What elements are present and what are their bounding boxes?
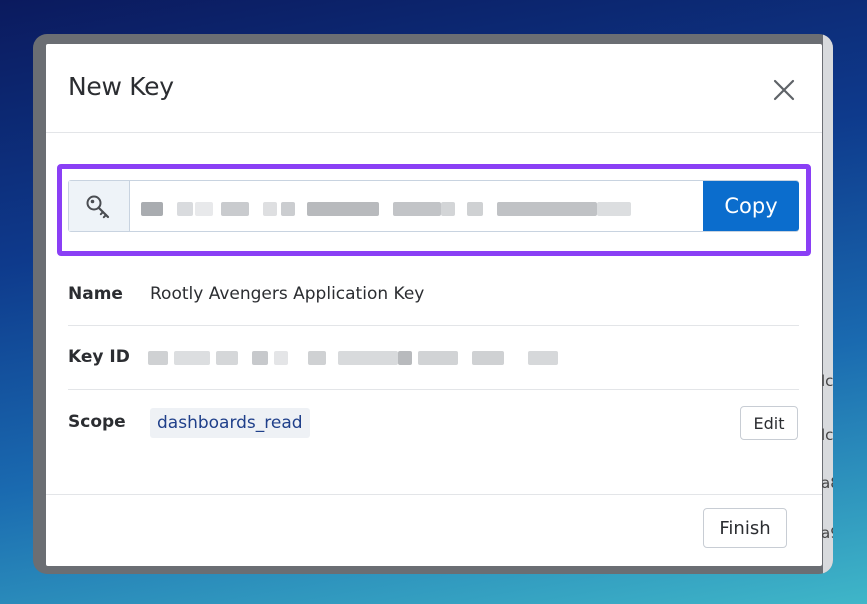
new-key-dialog: New Key Copy Name Rootly Avengers Applic… <box>46 44 822 566</box>
key-id-row: Key ID <box>68 342 799 372</box>
name-row: Name Rootly Avengers Application Key <box>68 281 799 311</box>
divider <box>68 389 799 390</box>
scope-chip: dashboards_read <box>150 408 310 438</box>
name-value: Rootly Avengers Application Key <box>150 284 425 304</box>
key-icon <box>86 195 110 219</box>
scope-label: Scope <box>68 412 126 432</box>
key-id-label: Key ID <box>68 347 130 367</box>
name-label: Name <box>68 284 123 304</box>
dialog-title: New Key <box>68 72 174 101</box>
underlying-text: lc <box>821 372 833 390</box>
dialog-header: New Key <box>46 44 822 133</box>
finish-button[interactable]: Finish <box>703 508 787 548</box>
underlying-text: lc <box>821 426 833 444</box>
close-icon <box>773 79 795 101</box>
close-button[interactable] <box>768 74 800 106</box>
copy-button[interactable]: Copy <box>703 181 799 231</box>
api-key-field[interactable]: Copy <box>68 180 799 232</box>
api-key-value-redacted[interactable] <box>141 181 701 231</box>
footer-divider <box>46 494 822 495</box>
key-id-value-redacted <box>148 347 568 367</box>
divider <box>68 325 799 326</box>
underlying-page: lc lc a8 a9 <box>821 34 833 574</box>
underlying-text: a8 <box>821 474 833 492</box>
underlying-text: a9 <box>821 524 833 542</box>
scope-row: Scope dashboards_read Edit <box>68 406 799 442</box>
edit-scope-button[interactable]: Edit <box>740 406 798 440</box>
key-icon-container <box>69 181 130 231</box>
